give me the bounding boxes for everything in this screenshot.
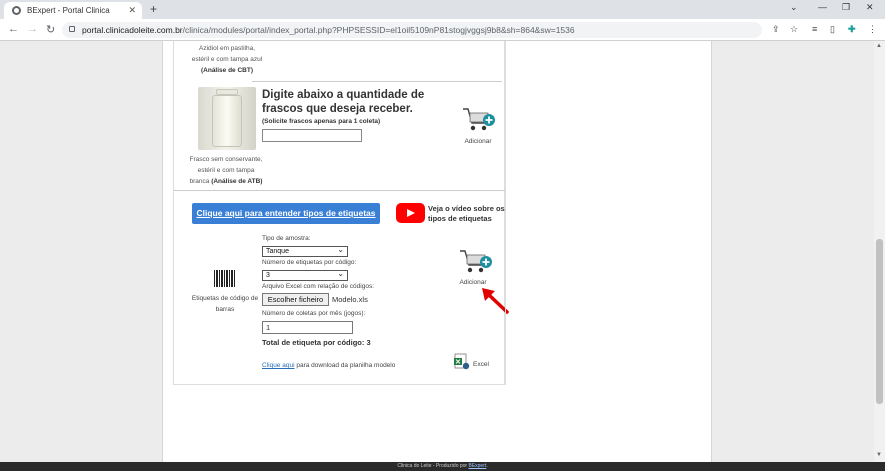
bottle-caption-line3a: branca (189, 178, 210, 185)
favicon-icon (12, 6, 21, 15)
label-types-help-button[interactable]: Clique aqui para entender tipos de etiqu… (192, 203, 380, 224)
column-divider (505, 41, 506, 385)
youtube-play-icon[interactable] (396, 203, 425, 223)
bottle-caption-line3b: (Análise de ATB) (211, 178, 263, 185)
download-template-link[interactable]: Clique aqui (262, 362, 295, 369)
quantity-heading: Digite abaixo a quantidade de frascos qu… (262, 89, 425, 115)
url-path: /clinica/modules/portal/index_portal.php… (182, 25, 575, 35)
reading-list-icon[interactable]: ≡ (812, 24, 817, 34)
footer-suffix: . (486, 463, 488, 469)
forward-icon[interactable]: → (27, 23, 38, 35)
sample-type-label: Tipo de amostra: (262, 235, 311, 242)
tab-close-icon[interactable]: ✕ (128, 5, 136, 16)
azidiol-caption-line1: Azidiol em pastilha, (199, 45, 255, 52)
extension-plus-icon[interactable]: ✚ (848, 24, 856, 35)
tab-bar: BExpert - Portal Clinica ✕ + ⌄ — ❐ ✕ (0, 0, 885, 19)
footer-link[interactable]: BExpert (468, 463, 486, 469)
bottle-caption-line3: branca (Análise de ATB) (180, 176, 272, 187)
reload-icon[interactable]: ↻ (46, 23, 55, 36)
azidiol-caption-line3: (Análise de CBT) (200, 67, 253, 74)
scroll-up-icon[interactable]: ▲ (876, 43, 882, 49)
sample-type-select[interactable]: Tanque (262, 245, 348, 257)
menu-icon[interactable]: ⋮ (868, 24, 877, 35)
azidiol-caption: Azidiol em pastilha, estéril e com tampa… (184, 43, 270, 76)
bookmark-star-icon[interactable]: ☆ (790, 24, 798, 35)
divider (252, 81, 502, 82)
labels-per-code-label: Número de etiquetas por código: (262, 259, 357, 266)
bottle-image (198, 87, 256, 150)
add-bottles-cart-icon[interactable] (460, 105, 496, 135)
choose-file-button[interactable]: Escolher ficheiro (262, 293, 329, 306)
download-line: Clique aqui para download da planilha mo… (262, 362, 395, 369)
quantity-note: (Solicite frascos apenas para 1 coleta) (262, 118, 381, 125)
scroll-thumb[interactable] (876, 239, 883, 404)
minimize-icon[interactable]: — (818, 2, 827, 12)
barcode-label: Etiquetas de código de barras (191, 295, 259, 313)
page-container: Azidiol em pastilha, estéril e com tampa… (162, 41, 712, 462)
chevron-down-icon[interactable]: ⌄ (790, 2, 798, 13)
excel-icon[interactable] (454, 353, 470, 370)
browser-tab[interactable]: BExpert - Portal Clinica ✕ (4, 2, 142, 19)
footer-text: Clinica do Leite - Produzido por (397, 463, 469, 469)
url-host: portal.clinicadoleite.com.br (82, 25, 183, 35)
add-labels-cart-icon[interactable] (457, 247, 493, 277)
lock-icon (69, 26, 75, 32)
download-text: para download da planilha modelo (294, 362, 396, 369)
restore-icon[interactable]: ❐ (842, 2, 850, 13)
bottle-quantity-input[interactable] (262, 129, 362, 142)
page-footer: Clinica do Leite - Produzido por BExpert… (0, 462, 885, 471)
order-panel: Azidiol em pastilha, estéril e com tampa… (173, 41, 509, 385)
url-field[interactable]: portal.clinicadoleite.com.br/clinica/mod… (62, 22, 762, 38)
bottle-caption-line2: estéril e com tampa (197, 167, 255, 174)
address-bar-row: ← → ↻ portal.clinicadoleite.com.br/clini… (0, 19, 885, 41)
back-icon[interactable]: ← (8, 23, 19, 35)
scroll-down-icon[interactable]: ▼ (876, 452, 882, 458)
new-tab-button[interactable]: + (150, 2, 157, 16)
labels-per-code-select[interactable]: 3 (262, 269, 348, 281)
collections-label: Número de coletas por mês (jogos): (262, 310, 366, 317)
collections-input[interactable]: 1 (262, 321, 353, 334)
share-icon[interactable]: ⇪ (772, 24, 780, 35)
excel-label[interactable]: Excel (473, 361, 489, 368)
add-bottles-label[interactable]: Adicionar (458, 138, 498, 145)
barcode-icon (214, 270, 236, 287)
red-arrow-icon (482, 288, 509, 314)
tab-title: BExpert - Portal Clinica (27, 6, 110, 15)
window-close-icon[interactable]: ✕ (866, 2, 874, 13)
sidepanel-icon[interactable]: ▯ (830, 24, 835, 35)
bottle-caption-line1: Frasco sem conservante, (189, 156, 263, 163)
section-divider (174, 190, 505, 191)
file-name: Modelo.xls (332, 295, 368, 304)
excel-file-label: Arquivo Excel com relação de códigos: (262, 283, 375, 290)
bottle-caption: Frasco sem conservante, estéril e com ta… (180, 154, 272, 187)
azidiol-caption-line2: estéril e com tampa azul (191, 56, 263, 63)
total-labels-text: Total de etiqueta por código: 3 (262, 338, 371, 347)
vertical-scrollbar[interactable]: ▲ ▼ (874, 41, 885, 462)
video-link-text[interactable]: Veja o vídeo sobre os tipos de etiquetas (428, 204, 508, 224)
